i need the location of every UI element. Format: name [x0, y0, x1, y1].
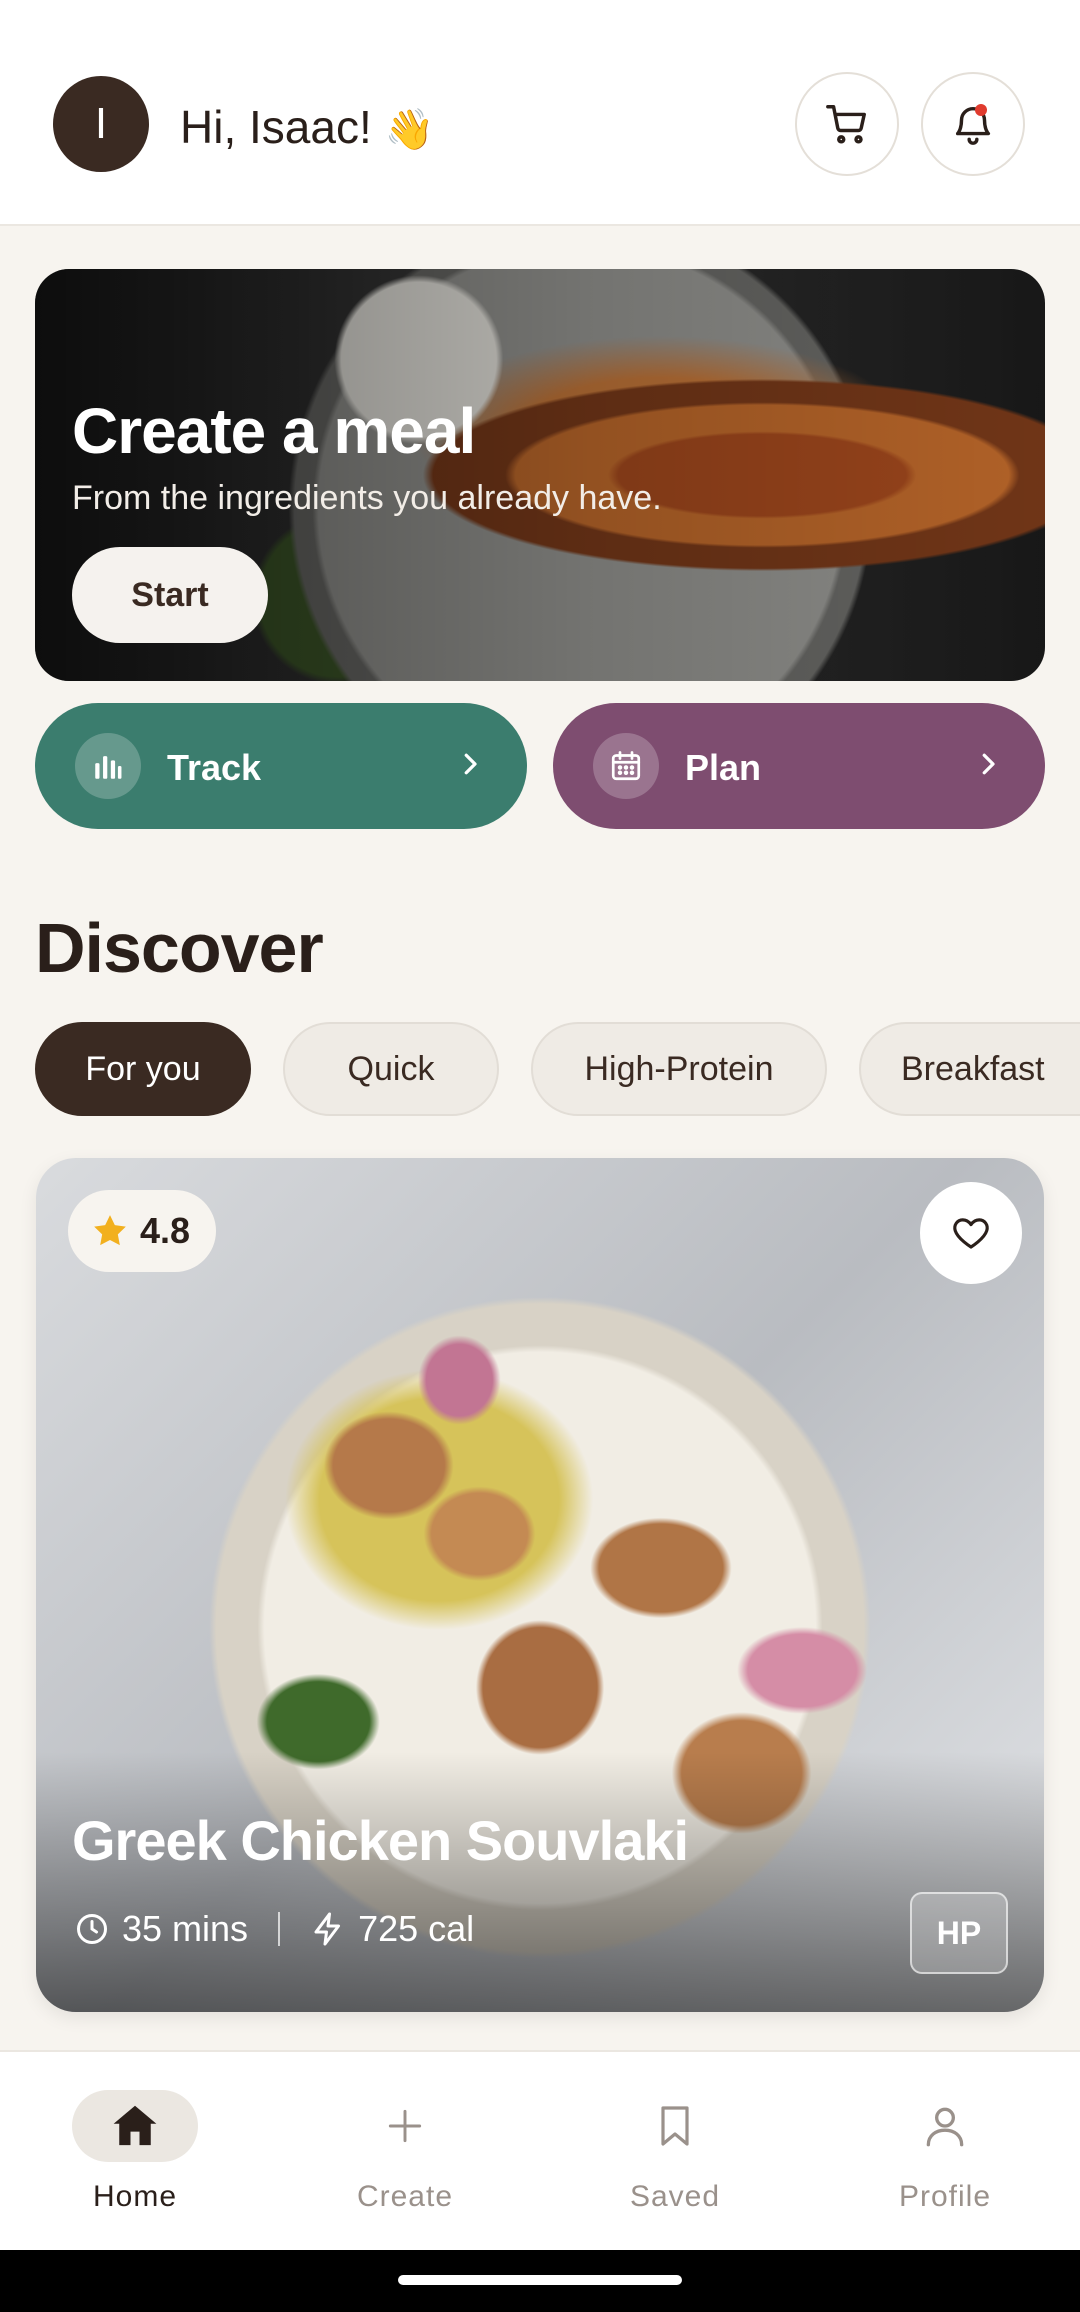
- start-button[interactable]: Start: [72, 547, 268, 643]
- bookmark-icon: [612, 2090, 738, 2162]
- recipe-meta: 35 mins 725 cal: [74, 1908, 474, 1950]
- lightning-icon: [314, 1912, 341, 1946]
- hero-subtitle: From the ingredients you already have.: [72, 479, 662, 517]
- rating-value: 4.8: [140, 1210, 191, 1251]
- plus-icon: [342, 2090, 468, 2162]
- bottom-navigation: Home Create Saved Profile: [0, 2050, 1080, 2250]
- nav-saved-label: Saved: [629, 2180, 721, 2213]
- recipe-time: 35 mins: [122, 1908, 249, 1949]
- recipe-card[interactable]: 4.8 Greek Chicken Souvlaki 35 mins 725 c…: [36, 1158, 1044, 2012]
- home-indicator[interactable]: [398, 2275, 682, 2285]
- favorite-button[interactable]: [920, 1182, 1022, 1284]
- bell-icon: [955, 107, 991, 145]
- nav-profile-label: Profile: [898, 2180, 992, 2213]
- plan-label: Plan: [685, 747, 762, 788]
- chevron-right-icon: [982, 753, 995, 775]
- chevron-right-icon: [464, 753, 477, 775]
- meta-divider: [278, 1912, 281, 1946]
- create-meal-hero[interactable]: Create a meal From the ingredients you a…: [35, 269, 1045, 681]
- chip-for-you[interactable]: For you: [35, 1022, 251, 1116]
- chip-quick[interactable]: Quick: [283, 1022, 499, 1116]
- chip-breakfast[interactable]: Breakfast: [859, 1022, 1080, 1116]
- track-button[interactable]: Track: [35, 703, 527, 829]
- recipe-title: Greek Chicken Souvlaki: [72, 1809, 689, 1872]
- person-icon: [882, 2090, 1008, 2162]
- bar-chart-icon: [75, 733, 141, 799]
- nav-saved[interactable]: Saved: [540, 2052, 810, 2252]
- plan-button[interactable]: Plan: [553, 703, 1045, 829]
- avatar[interactable]: I: [53, 76, 149, 172]
- home-icon: [72, 2090, 198, 2162]
- calendar-icon: [593, 733, 659, 799]
- recipe-calories: 725 cal: [358, 1908, 475, 1949]
- nav-profile[interactable]: Profile: [810, 2052, 1080, 2252]
- greeting-text: Hi, Isaac! 👋: [180, 100, 434, 154]
- wave-emoji: 👋: [384, 108, 435, 152]
- app-header: I Hi, Isaac! 👋: [0, 0, 1080, 226]
- nav-create[interactable]: Create: [270, 2052, 540, 2252]
- cart-icon: [826, 105, 866, 144]
- greeting-label: Hi, Isaac!: [180, 101, 372, 153]
- notifications-button[interactable]: [921, 72, 1025, 176]
- track-label: Track: [167, 747, 262, 788]
- hero-title: Create a meal: [72, 395, 476, 467]
- cart-button[interactable]: [795, 72, 899, 176]
- nav-home[interactable]: Home: [0, 2052, 270, 2252]
- chip-high-protein[interactable]: High-Protein: [531, 1022, 827, 1116]
- star-icon: [94, 1215, 126, 1246]
- discover-heading: Discover: [35, 909, 324, 987]
- notification-dot: [975, 104, 987, 116]
- nav-create-label: Create: [356, 2180, 454, 2213]
- nav-home-label: Home: [92, 2180, 178, 2213]
- heart-icon: [953, 1218, 989, 1249]
- rating-badge: 4.8: [68, 1190, 217, 1272]
- high-protein-badge: HP: [910, 1892, 1008, 1974]
- clock-icon: [77, 1914, 107, 1944]
